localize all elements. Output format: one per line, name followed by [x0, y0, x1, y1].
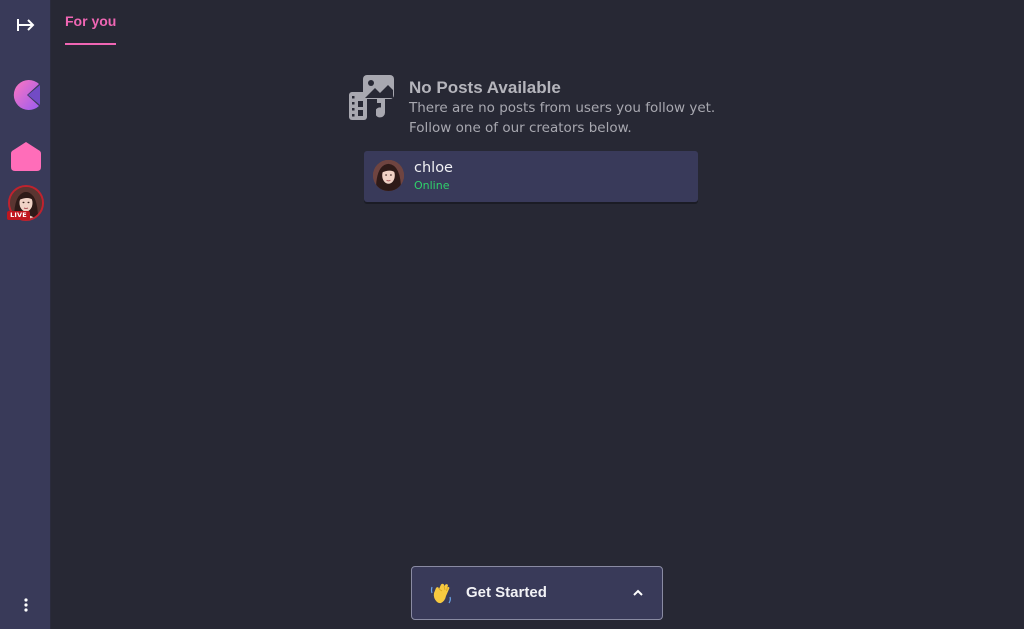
live-creator-button[interactable]: LIVE	[0, 180, 51, 226]
get-started-label: Get Started	[466, 584, 547, 601]
app-logo-icon	[13, 80, 40, 110]
app-logo-button[interactable]	[0, 73, 51, 117]
home-button[interactable]	[0, 134, 51, 178]
creator-status: Online	[414, 179, 450, 192]
avatar	[373, 160, 404, 191]
chevron-up-icon[interactable]	[631, 586, 645, 600]
media-collage-icon	[349, 75, 394, 120]
more-options-button[interactable]	[0, 583, 51, 627]
more-vertical-icon	[23, 598, 28, 612]
expand-sidebar-icon	[16, 19, 34, 31]
empty-state-description: There are no posts from users you follow…	[409, 100, 716, 136]
live-badge: LIVE	[7, 211, 30, 220]
expand-sidebar-button[interactable]	[0, 3, 51, 47]
sidebar: LIVE	[0, 0, 51, 629]
waving-hand-icon	[430, 583, 451, 604]
home-icon	[10, 142, 41, 171]
creator-name: chloe	[414, 160, 453, 176]
empty-state-title: No Posts Available	[409, 78, 561, 97]
get-started-button[interactable]: Get Started	[411, 566, 663, 620]
creator-card[interactable]: chloe Online	[364, 151, 698, 202]
tab-for-you[interactable]: For you	[65, 13, 117, 45]
